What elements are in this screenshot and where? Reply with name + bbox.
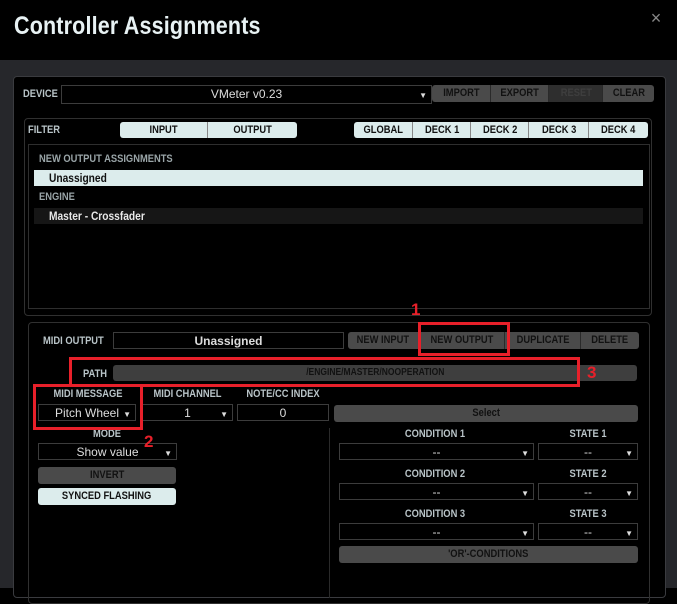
list-item-unassigned[interactable]: Unassigned [34,170,643,186]
or-conditions-button[interactable]: 'OR'-CONDITIONS [339,546,638,563]
condition-1-label: CONDITION 1 [404,428,466,440]
annotation-number-1: 1 [411,300,421,319]
tab-deck-4[interactable]: DECK 4 [588,122,648,138]
device-label: DEVICE [23,88,58,100]
note-cc-index-input[interactable]: 0 [237,404,329,421]
chevron-down-icon: ▼ [521,489,529,498]
state-3-value: -- [584,525,592,539]
condition-3-label: CONDITION 3 [404,508,466,520]
annotation-box-2 [33,384,143,430]
select-button[interactable]: Select [334,405,638,422]
import-button[interactable]: IMPORT [432,85,490,102]
condition-2-value: -- [432,485,441,499]
chevron-down-icon: ▼ [521,449,529,458]
window-title: Controller Assignments [14,12,261,40]
duplicate-button[interactable]: DUPLICATE [504,332,581,349]
mode-select[interactable]: Show value ▼ [38,443,177,460]
synced-flashing-button[interactable]: SYNCED FLASHING [38,488,176,505]
delete-button[interactable]: DELETE [580,332,639,349]
title-bar: Controller Assignments × [0,0,677,60]
tab-deck-1[interactable]: DECK 1 [412,122,471,138]
annotation-number-2: 2 [144,432,154,451]
chevron-down-icon: ▼ [625,449,633,458]
condition-2-select[interactable]: -- ▼ [339,483,534,500]
export-button[interactable]: EXPORT [490,85,549,102]
state-1-select[interactable]: -- ▼ [538,443,638,460]
state-2-value: -- [584,485,592,499]
filter-label: FILTER [28,124,61,136]
annotation-box-3 [69,357,580,387]
chevron-down-icon: ▼ [521,529,529,538]
group-header-new-output: NEW OUTPUT ASSIGNMENTS [39,153,173,165]
condition-1-value: -- [432,445,441,459]
state-1-value: -- [584,445,592,459]
midi-channel-select[interactable]: 1 ▼ [142,404,233,421]
clear-button[interactable]: CLEAR [602,85,654,102]
divider [329,428,330,598]
assignment-list[interactable]: NEW OUTPUT ASSIGNMENTS Unassigned ENGINE… [28,144,650,309]
condition-3-select[interactable]: -- ▼ [339,523,534,540]
midi-channel-label: MIDI CHANNEL [153,388,222,400]
midi-output-label: MIDI OUTPUT [43,335,104,347]
midi-output-field[interactable]: Unassigned [113,332,344,349]
tab-input[interactable]: INPUT [120,122,207,138]
reset-button: RESET [548,85,603,102]
close-icon[interactable]: × [648,9,664,27]
note-cc-index-label: NOTE/CC INDEX [246,388,320,400]
list-item-master-crossfader[interactable]: Master - Crossfader [34,208,643,224]
midi-channel-value: 1 [184,406,191,420]
state-1-label: STATE 1 [569,428,607,440]
chevron-down-icon: ▼ [419,91,427,100]
group-header-engine: ENGINE [39,191,75,203]
tab-output[interactable]: OUTPUT [207,122,297,138]
tab-deck-3[interactable]: DECK 3 [528,122,589,138]
mode-value: Show value [76,445,139,459]
tab-global[interactable]: GLOBAL [354,122,412,138]
state-3-select[interactable]: -- ▼ [538,523,638,540]
condition-1-select[interactable]: -- ▼ [339,443,534,460]
annotation-number-3: 3 [587,363,597,382]
state-2-select[interactable]: -- ▼ [538,483,638,500]
state-3-label: STATE 3 [569,508,607,520]
state-2-label: STATE 2 [569,468,607,480]
condition-3-value: -- [432,525,441,539]
tab-deck-2[interactable]: DECK 2 [470,122,529,138]
device-select[interactable]: VMeter v0.23 ▼ [61,85,432,104]
chevron-down-icon: ▼ [625,529,633,538]
annotation-box-1 [418,322,510,356]
chevron-down-icon: ▼ [220,410,228,419]
invert-button[interactable]: INVERT [38,467,176,484]
chevron-down-icon: ▼ [164,449,172,458]
condition-2-label: CONDITION 2 [404,468,466,480]
chevron-down-icon: ▼ [625,489,633,498]
new-input-button[interactable]: NEW INPUT [348,332,418,349]
device-select-value: VMeter v0.23 [210,87,283,101]
